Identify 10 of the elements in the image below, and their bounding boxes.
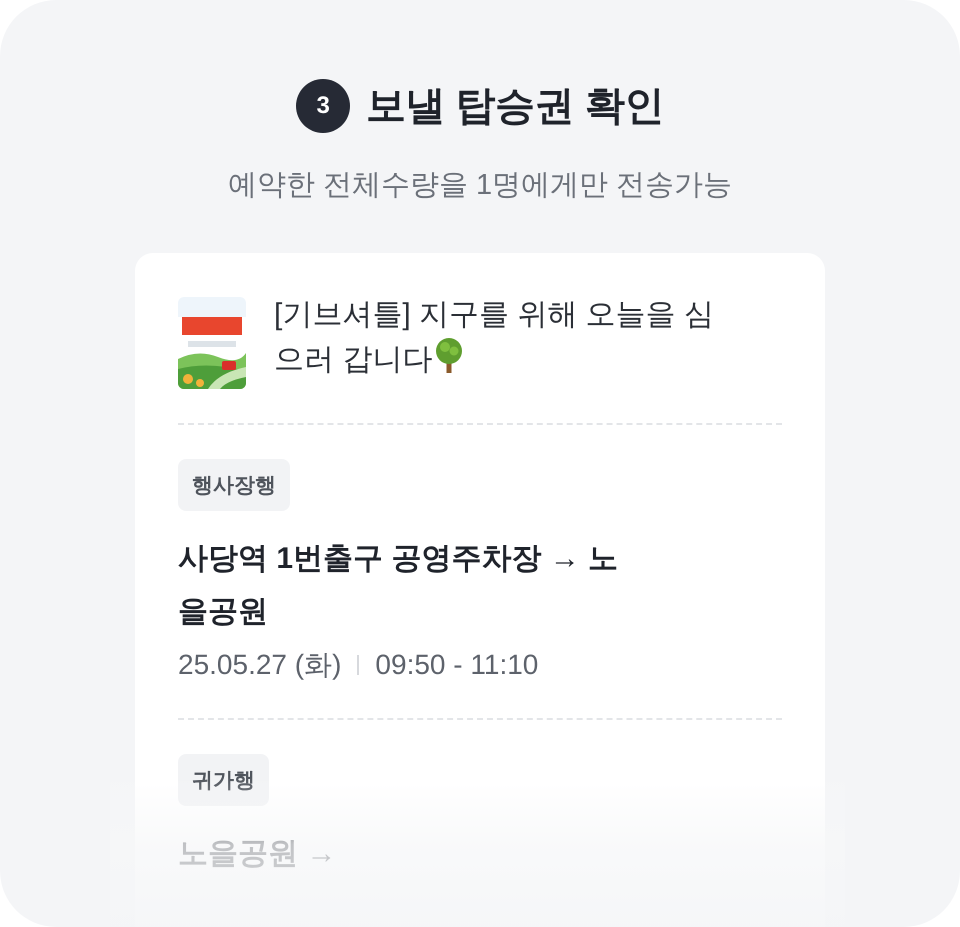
step-title: 보낼 탑승권 확인 [366, 83, 664, 130]
event-title: [기브셔틀] 지구를 위해 오늘을 심으러 갑니다 [274, 297, 714, 378]
trip-route: 사당역 1번출구 공영주차장 → 노을공원 [178, 541, 620, 630]
trip-tag: 행사장행 [178, 459, 290, 511]
trip-tag: 귀가행 [178, 754, 269, 806]
trip-time: 09:50 - 11:10 [375, 649, 538, 681]
step-number: 3 [296, 78, 350, 132]
step-subtitle: 예약한 전체수량을 1명에게만 전송가능 [228, 168, 732, 203]
trip-date: 25.05.27 (화) [178, 648, 342, 682]
trip-route: 노을공원 → [178, 836, 338, 872]
